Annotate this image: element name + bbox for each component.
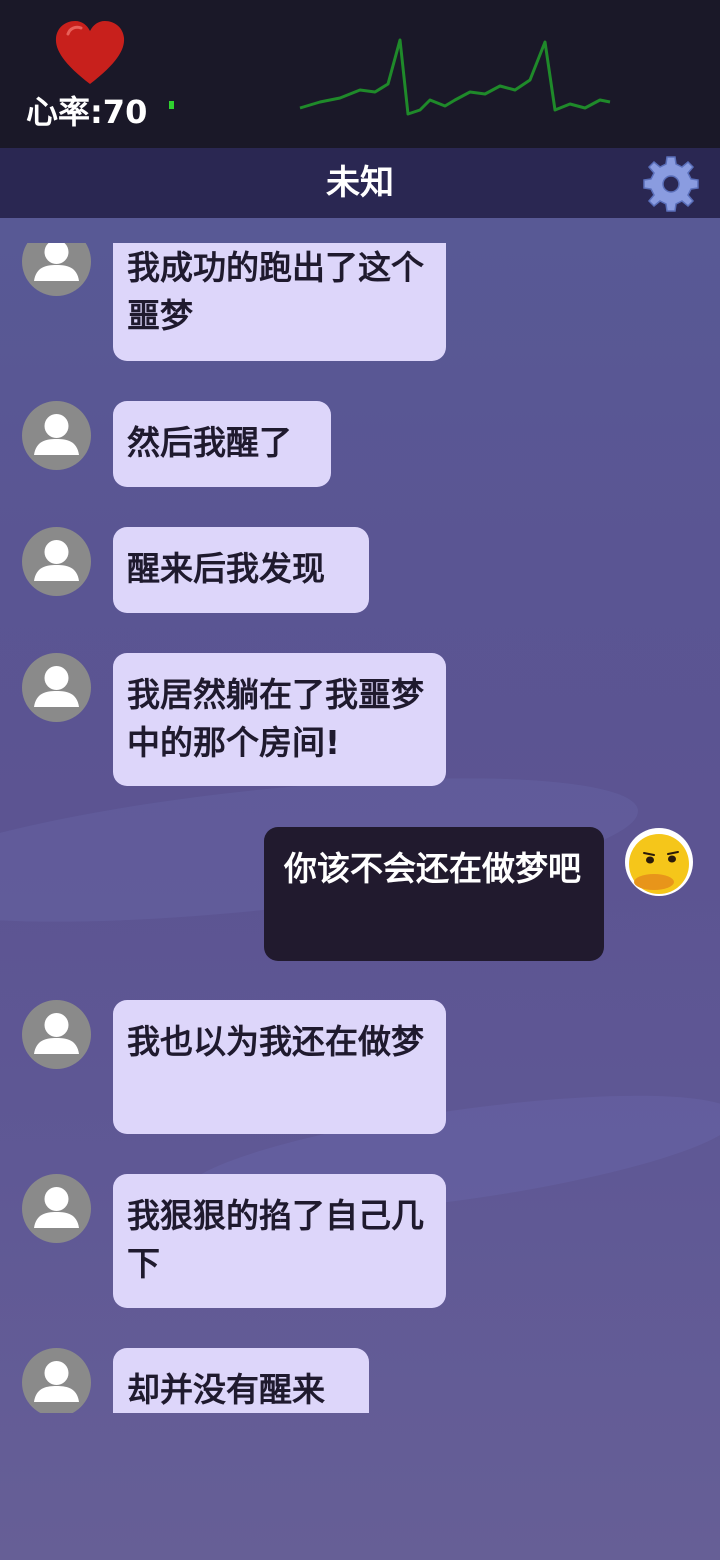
npc-avatar bbox=[22, 243, 91, 296]
chat-title: 未知 bbox=[326, 163, 394, 203]
incoming-message-bubble: 我居然躺在了我噩梦中的那个房间! bbox=[113, 653, 446, 786]
heart-rate-value: 心率:70 bbox=[26, 93, 148, 131]
incoming-message-bubble: 我也以为我还在做梦 bbox=[113, 1000, 446, 1134]
incoming-message-bubble: 我成功的跑出了这个噩梦 bbox=[113, 243, 446, 361]
npc-avatar bbox=[22, 1000, 91, 1069]
npc-avatar bbox=[22, 653, 91, 722]
npc-avatar bbox=[22, 527, 91, 596]
heart-rate-panel: 心率:70 bbox=[0, 0, 720, 148]
incoming-message-bubble: 却并没有醒来 bbox=[113, 1348, 369, 1413]
npc-avatar bbox=[22, 401, 91, 470]
npc-avatar bbox=[22, 1348, 91, 1413]
incoming-message-bubble: 我狠狠的掐了自己几下 bbox=[113, 1174, 446, 1308]
incoming-message-bubble: 然后我醒了 bbox=[113, 401, 331, 487]
ecg-waveform bbox=[299, 38, 611, 116]
status-indicator bbox=[169, 101, 174, 109]
chat-message-list[interactable]: 我成功的跑出了这个噩梦 然后我醒了 醒来后我发现 我居然躺在了我噩梦中的那个房间… bbox=[0, 243, 720, 1413]
outgoing-message-bubble: 你该不会还在做梦吧 bbox=[264, 827, 604, 961]
heart-icon bbox=[55, 21, 125, 84]
player-duck-avatar bbox=[625, 828, 693, 896]
gear-icon[interactable] bbox=[642, 155, 700, 213]
npc-avatar bbox=[22, 1174, 91, 1243]
incoming-message-bubble: 醒来后我发现 bbox=[113, 527, 369, 613]
title-bar: 未知 bbox=[0, 148, 720, 218]
